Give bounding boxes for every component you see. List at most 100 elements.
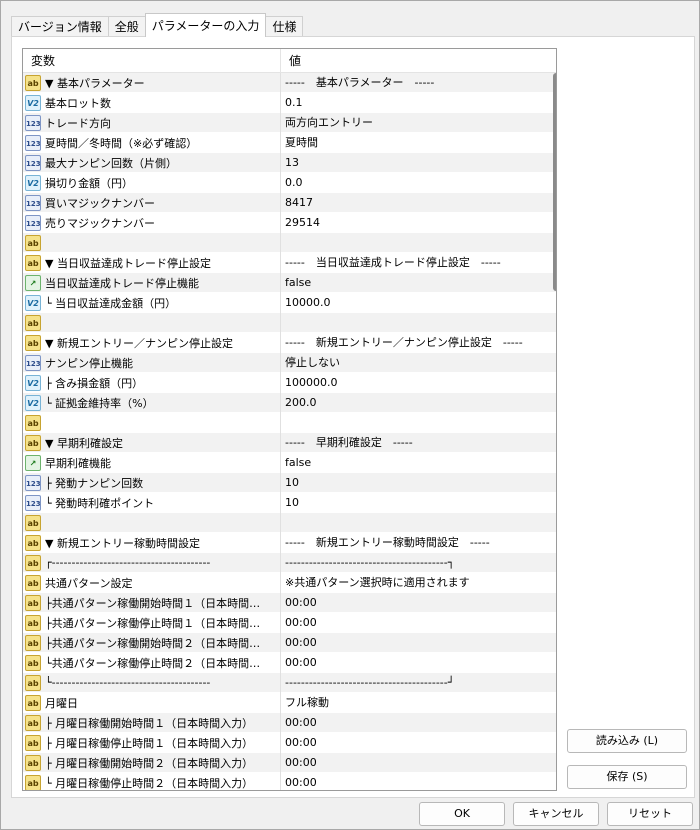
parameter-row[interactable]: 123 夏時間／冬時間（※必ず確認） 夏時間 [23, 132, 556, 153]
parameter-value[interactable]: ----------------------------------------… [281, 553, 556, 573]
parameter-row[interactable]: ab ├共通パターン稼働停止時間１（日本時間… 00:00 [23, 612, 556, 633]
parameter-value[interactable]: ----- 基本パラメーター ----- [281, 73, 556, 93]
parameter-value[interactable]: 8417 [281, 193, 556, 213]
parameter-name: 共通パターン設定 [45, 576, 133, 590]
parameter-value[interactable] [281, 513, 556, 533]
parameter-value[interactable]: 13 [281, 153, 556, 173]
parameter-value[interactable]: 200.0 [281, 393, 556, 413]
parameter-row[interactable]: ab ▼ 新規エントリー／ナンピン停止設定 ----- 新規エントリー／ナンピン停止… [23, 332, 556, 353]
parameter-row[interactable]: ab [23, 232, 556, 253]
parameter-rows: ab ▼ 基本パラメーター ----- 基本パラメーター ----- V2 基本ロット数… [23, 72, 556, 791]
parameter-row[interactable]: 123 買いマジックナンバー 8417 [23, 192, 556, 213]
parameter-row[interactable]: 123 最大ナンピン回数（片側） 13 [23, 152, 556, 173]
parameter-value[interactable]: ----- 新規エントリー／ナンピン停止設定 ----- [281, 333, 556, 353]
parameter-name-cell: ab [23, 232, 281, 253]
parameter-row[interactable]: 123 ├ 発動ナンピン回数 10 [23, 472, 556, 493]
column-header-value[interactable]: 値 [281, 49, 301, 72]
parameter-row[interactable]: V2 └ 当日収益達成金額（円） 10000.0 [23, 292, 556, 313]
parameter-row[interactable]: 123 売りマジックナンバー 29514 [23, 212, 556, 233]
parameter-row[interactable]: ab ┌-------------------------------------… [23, 552, 556, 573]
ok-button[interactable]: OK [419, 802, 505, 826]
parameter-row[interactable]: ab ▼ 基本パラメーター ----- 基本パラメーター ----- [23, 72, 556, 93]
parameter-row[interactable]: V2 損切り金額（円） 0.0 [23, 172, 556, 193]
column-header-variable[interactable]: 変数 [23, 49, 281, 72]
parameter-value[interactable]: ----------------------------------------… [281, 673, 556, 693]
parameter-row[interactable]: ab [23, 412, 556, 433]
parameter-value[interactable]: ----- 当日収益達成トレード停止設定 ----- [281, 253, 556, 273]
parameter-row[interactable]: V2 ├ 含み損金額（円） 100000.0 [23, 372, 556, 393]
parameter-row[interactable]: 123 トレード方向 両方向エントリー [23, 112, 556, 133]
integer-type-icon: 123 [25, 194, 41, 211]
parameter-row[interactable]: ab └共通パターン稼働停止時間２（日本時間… 00:00 [23, 652, 556, 673]
parameter-row[interactable]: ab ├ 月曜日稼働開始時間２（日本時間入力） 00:00 [23, 752, 556, 773]
integer-type-icon: 123 [25, 214, 41, 231]
parameter-value[interactable]: false [281, 453, 556, 473]
parameter-row[interactable]: ab ├共通パターン稼働開始時間２（日本時間… 00:00 [23, 632, 556, 653]
parameter-value[interactable]: 00:00 [281, 593, 556, 613]
parameter-value[interactable]: 10 [281, 473, 556, 493]
parameter-value[interactable]: 00:00 [281, 713, 556, 733]
parameter-name-cell: 123 ナンピン停止機能 [23, 352, 281, 373]
parameter-value[interactable]: 00:00 [281, 653, 556, 673]
parameter-row[interactable]: ab ├ 月曜日稼働停止時間１（日本時間入力） 00:00 [23, 732, 556, 753]
parameter-value[interactable]: 00:00 [281, 733, 556, 753]
parameter-value[interactable]: 29514 [281, 213, 556, 233]
parameter-value[interactable]: 両方向エントリー [281, 113, 556, 133]
parameter-value[interactable]: 10000.0 [281, 293, 556, 313]
reset-button[interactable]: リセット [607, 802, 693, 826]
parameter-row[interactable]: ↗ 当日収益達成トレード停止機能 false [23, 272, 556, 293]
parameter-row[interactable]: ab ├ 月曜日稼働開始時間１（日本時間入力） 00:00 [23, 712, 556, 733]
parameter-value[interactable]: ----- 早期利確設定 ----- [281, 433, 556, 453]
parameter-value[interactable]: 10 [281, 493, 556, 513]
string-type-icon: ab [25, 754, 41, 771]
tab-specification[interactable]: 仕様 [265, 16, 304, 37]
parameter-value[interactable] [281, 313, 556, 333]
parameter-value[interactable] [281, 413, 556, 433]
parameter-row[interactable]: ↗ 早期利確機能 false [23, 452, 556, 473]
parameter-value[interactable]: false [281, 273, 556, 293]
parameter-row[interactable]: 123 └ 発動時利確ポイント 10 [23, 492, 556, 513]
parameter-value[interactable]: 夏時間 [281, 133, 556, 153]
parameter-value[interactable]: 100000.0 [281, 373, 556, 393]
parameter-name-cell: 123 最大ナンピン回数（片側） [23, 152, 281, 173]
parameter-value[interactable]: 0.0 [281, 173, 556, 193]
load-button[interactable]: 読み込み (L) [567, 729, 687, 753]
parameter-row[interactable]: ab 共通パターン設定 ※共通パターン選択時に適用されます [23, 572, 556, 593]
parameter-row[interactable]: ab └-------------------------------------… [23, 672, 556, 693]
parameter-row[interactable]: ab [23, 312, 556, 333]
parameter-value[interactable]: 00:00 [281, 753, 556, 773]
parameter-row[interactable]: ab 月曜日 フル稼動 [23, 692, 556, 713]
parameter-value[interactable]: ※共通パターン選択時に適用されます [281, 573, 556, 593]
parameter-value[interactable] [281, 233, 556, 253]
tab-general[interactable]: 全般 [107, 16, 146, 37]
double-type-icon: V2 [25, 94, 41, 111]
parameter-row[interactable]: V2 基本ロット数 0.1 [23, 92, 556, 113]
parameter-name-cell: ab ▼ 早期利確設定 [23, 432, 281, 453]
parameter-value[interactable]: 停止しない [281, 353, 556, 373]
tab-version-info[interactable]: バージョン情報 [11, 16, 109, 37]
parameter-value[interactable]: 00:00 [281, 613, 556, 633]
parameter-row[interactable]: ab ▼ 早期利確設定 ----- 早期利確設定 ----- [23, 432, 556, 453]
parameter-name-cell: ab ├ 月曜日稼働停止時間１（日本時間入力） [23, 732, 281, 753]
save-button[interactable]: 保存 (S) [567, 765, 687, 789]
tab-input-parameters[interactable]: パラメーターの入力 [144, 13, 267, 37]
cancel-button[interactable]: キャンセル [513, 802, 599, 826]
parameter-value[interactable]: 00:00 [281, 773, 556, 791]
parameter-name-cell: ab └-------------------------------------… [23, 672, 281, 693]
parameter-value[interactable]: ----- 新規エントリー稼動時間設定 ----- [281, 533, 556, 553]
parameter-value[interactable]: フル稼動 [281, 693, 556, 713]
scrollbar-thumb[interactable] [553, 73, 556, 291]
parameter-row[interactable]: V2 └ 証拠金維持率（%） 200.0 [23, 392, 556, 413]
parameter-row[interactable]: 123 ナンピン停止機能 停止しない [23, 352, 556, 373]
parameter-name-cell: 123 └ 発動時利確ポイント [23, 492, 281, 513]
parameter-value[interactable]: 00:00 [281, 633, 556, 653]
parameter-row[interactable]: ab ▼ 当日収益達成トレード停止設定 ----- 当日収益達成トレード停止設定 -… [23, 252, 556, 273]
parameter-name-cell: 123 トレード方向 [23, 112, 281, 133]
parameter-row[interactable]: ab ▼ 新規エントリー稼動時間設定 ----- 新規エントリー稼動時間設定 ---… [23, 532, 556, 553]
parameter-row[interactable]: ab ├共通パターン稼働開始時間１（日本時間… 00:00 [23, 592, 556, 613]
parameter-row[interactable]: ab [23, 512, 556, 533]
string-type-icon: ab [25, 674, 41, 691]
parameter-value[interactable]: 0.1 [281, 93, 556, 113]
parameter-row[interactable]: ab └ 月曜日稼働停止時間２（日本時間入力） 00:00 [23, 772, 556, 791]
string-type-icon: ab [25, 514, 41, 531]
